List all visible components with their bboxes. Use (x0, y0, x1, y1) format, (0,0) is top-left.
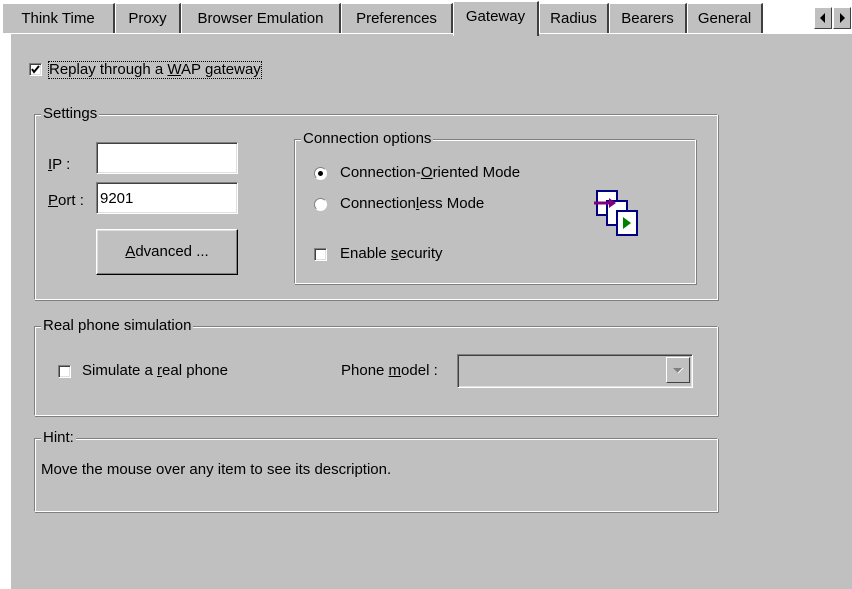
tab-preferences[interactable]: Preferences (341, 3, 453, 33)
tab-scroll-right-button[interactable] (833, 7, 851, 29)
enable-security-checkbox[interactable] (314, 248, 327, 261)
phone-model-dropdown-button[interactable] (666, 357, 690, 383)
port-label: Port : (48, 192, 84, 209)
tab-proxy[interactable]: Proxy (115, 3, 181, 33)
simulate-phone-label[interactable]: Simulate a real phone (82, 362, 228, 380)
connection-options-title: Connection options (301, 130, 434, 148)
connection-mode-icon (594, 190, 638, 236)
checkmark-icon (31, 65, 40, 74)
tab-radius[interactable]: Radius (539, 3, 609, 33)
chevron-down-icon (673, 367, 684, 374)
ip-label: IP : (48, 156, 71, 173)
ip-input[interactable] (96, 142, 238, 174)
tab-strip: Think Time Proxy Browser Emulation Prefe… (0, 0, 852, 36)
hint-text: Move the mouse over any item to see its … (41, 461, 392, 478)
tab-gateway[interactable]: Gateway (453, 1, 539, 36)
connection-options-group: Connection options Connection-Oriented M… (294, 130, 696, 284)
replay-checkbox[interactable] (29, 63, 42, 76)
phone-model-select[interactable] (457, 354, 693, 388)
tab-scroll-buttons (814, 7, 852, 31)
hint-title: Hint: (41, 429, 76, 447)
scroll-left-icon (820, 13, 825, 23)
enable-security-label[interactable]: Enable security (340, 245, 443, 263)
replay-label[interactable]: Replay through a WAP gateway (48, 61, 262, 79)
tab-general[interactable]: General (687, 3, 763, 33)
tab-think-time[interactable]: Think Time (2, 3, 115, 33)
phone-simulation-title: Real phone simulation (41, 317, 194, 335)
scroll-right-icon (840, 13, 845, 23)
connection-oriented-radio[interactable] (314, 167, 327, 180)
tab-scroll-left-button[interactable] (814, 7, 832, 29)
hint-group: Hint: Move the mouse over any item to se… (34, 429, 718, 512)
settings-group: Settings IP : Port : Advanced ... Connec… (34, 105, 718, 300)
simulate-phone-checkbox[interactable] (58, 365, 71, 378)
phone-model-label: Phone model : (341, 362, 438, 379)
advanced-button[interactable]: Advanced ... (96, 229, 238, 275)
settings-title: Settings (41, 105, 100, 123)
connectionless-radio[interactable] (314, 198, 327, 211)
connection-oriented-label[interactable]: Connection-Oriented Mode (340, 164, 520, 182)
tab-browser-emulation[interactable]: Browser Emulation (181, 3, 341, 33)
tab-bearers[interactable]: Bearers (609, 3, 687, 33)
connectionless-label[interactable]: Connectionless Mode (340, 195, 484, 213)
phone-simulation-group: Real phone simulation Simulate a real ph… (34, 317, 718, 416)
port-input[interactable] (96, 182, 238, 214)
gateway-panel: Replay through a WAP gateway Settings IP… (10, 33, 852, 589)
